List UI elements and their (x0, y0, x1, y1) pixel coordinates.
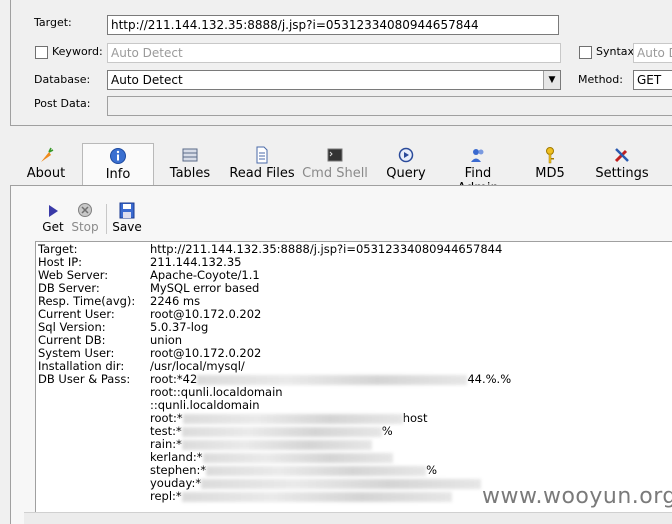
db-user-prefix: root:*42 (150, 372, 198, 386)
redacted-hash (182, 413, 403, 424)
db-user-suffix: % (381, 424, 393, 438)
database-select[interactable]: Auto Detect ▼ (107, 70, 561, 90)
chevron-down-icon[interactable]: ▼ (543, 71, 560, 89)
db-user-suffix: 44.%.% (467, 372, 512, 386)
read-files-button[interactable]: Read Files (228, 143, 296, 185)
db-user-prefix: test:* (150, 424, 182, 438)
carrot-icon (41, 147, 54, 162)
db-user-value: youday:* (150, 476, 482, 490)
stop-button[interactable]: Stop (69, 202, 101, 234)
info-button[interactable]: Info (82, 143, 154, 185)
info-label: Info (105, 167, 131, 182)
db-user-prefix: stephen:* (150, 463, 207, 477)
db-user-prefix: rain:* (150, 437, 182, 451)
redacted-hash (202, 452, 393, 463)
db-user-label: DB User & Pass: (38, 372, 131, 386)
find-admin-button[interactable]: Find Admin (442, 143, 514, 196)
info-panel: Get Stop Save Target: http://211.144.132.… (10, 185, 672, 524)
db-user-prefix: root:* (150, 411, 183, 425)
db-user-value: repl:* (150, 490, 452, 503)
redacted-hash (181, 491, 452, 502)
about-button[interactable]: About (22, 143, 70, 185)
query-label: Query (386, 166, 426, 181)
md5-button[interactable]: MD5 (530, 143, 570, 185)
tables-button[interactable]: Tables (164, 143, 216, 185)
settings-label: Settings (595, 166, 649, 181)
stop-label: Stop (71, 220, 99, 234)
get-label: Get (42, 220, 64, 234)
play-icon (49, 205, 58, 217)
file-icon (256, 146, 268, 164)
info-icon (110, 148, 126, 164)
floppy-icon (119, 202, 135, 219)
about-label: About (26, 166, 66, 181)
read-files-label: Read Files (229, 166, 295, 181)
settings-button[interactable]: Settings (594, 143, 650, 185)
target-input[interactable]: http://211.144.132.35:8888/j.jsp?i=05312… (107, 15, 559, 35)
redacted-hash (197, 374, 468, 385)
postdata-label: Post Data: (34, 97, 91, 110)
keyword-label: Keyword: (52, 45, 103, 58)
target-label: Target: (34, 16, 72, 29)
md5-label: MD5 (535, 166, 565, 181)
db-user-suffix: % (426, 463, 438, 477)
query-icon (398, 147, 414, 163)
database-value: Auto Detect (111, 73, 183, 87)
tables-label: Tables (169, 166, 211, 181)
table-icon (182, 148, 198, 162)
postdata-input[interactable] (107, 96, 672, 116)
redacted-hash (201, 478, 482, 489)
info-output[interactable]: Target: http://211.144.132.35:8888/j.jsp?… (35, 241, 672, 524)
keyword-checkbox[interactable] (35, 46, 48, 59)
db-user-value: test:*% (150, 425, 393, 438)
toolbar-separator (106, 204, 107, 234)
db-user-suffix: host (402, 411, 428, 425)
db-user-prefix: kerland:* (150, 450, 203, 464)
keyword-input[interactable]: Auto Detect (107, 43, 561, 63)
syntax-checkbox[interactable] (579, 46, 592, 59)
cmd-shell-label: Cmd Shell (302, 166, 368, 181)
key-icon (546, 147, 554, 164)
syntax-label: Syntax: (596, 45, 638, 58)
db-user-prefix: ::qunli.localdomain (150, 398, 260, 412)
horizontal-scrollbar[interactable] (24, 512, 672, 524)
redacted-hash (206, 465, 427, 476)
users-icon (471, 149, 484, 162)
database-label: Database: (34, 73, 91, 86)
get-button[interactable]: Get (41, 202, 65, 234)
redacted-hash (181, 426, 382, 437)
query-button[interactable]: Query (382, 143, 430, 185)
save-button[interactable]: Save (112, 202, 142, 234)
redacted-hash (181, 439, 372, 450)
tools-icon (614, 148, 629, 163)
method-select[interactable]: GET (633, 70, 672, 90)
request-form: Target: http://211.144.132.35:8888/j.jsp… (10, 0, 672, 126)
info-toolbar: Get Stop Save (11, 186, 672, 238)
save-label: Save (112, 220, 142, 234)
db-user-prefix: youday:* (150, 476, 202, 490)
db-user-prefix: root::qunli.localdomain (150, 385, 283, 399)
stop-icon (78, 203, 92, 217)
terminal-icon (327, 148, 343, 162)
db-user-prefix: repl:* (150, 489, 182, 503)
syntax-input[interactable]: Auto D (633, 43, 672, 63)
main-toolbar: About Info Tables Read Files Cmd Shell Q… (0, 143, 672, 196)
method-label: Method: (578, 73, 623, 86)
cmd-shell-button[interactable]: Cmd Shell (302, 143, 368, 185)
watermark: www.wooyun.org (482, 484, 672, 509)
